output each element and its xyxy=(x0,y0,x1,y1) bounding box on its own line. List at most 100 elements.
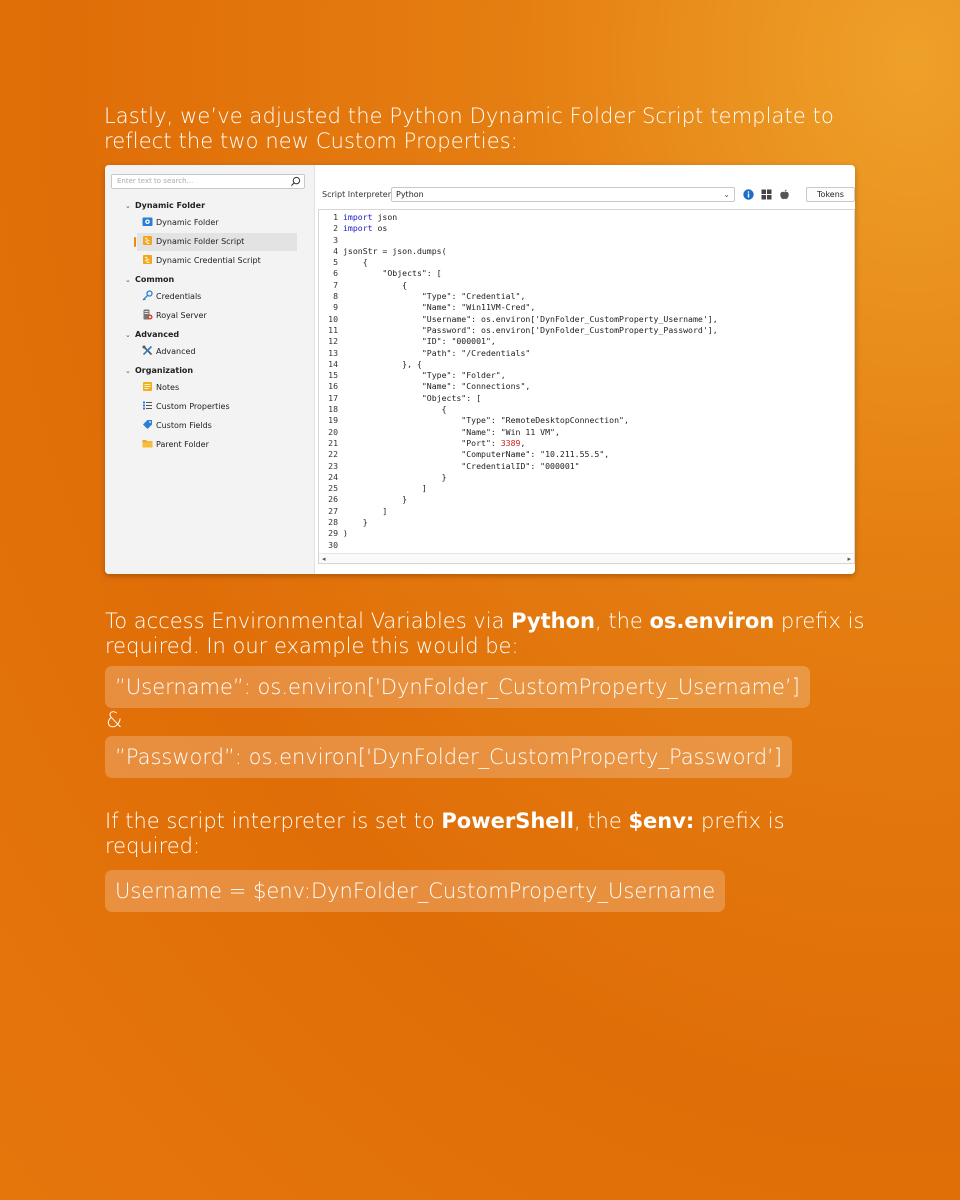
sidebar-item-custom-properties[interactable]: Custom Properties xyxy=(137,398,297,416)
code-text: "Name": "Win 11 VM", xyxy=(343,426,560,437)
line-number: 8 xyxy=(333,291,338,302)
group-dynamic-folder[interactable]: ⌄ Dynamic Folder xyxy=(125,200,205,212)
line-number: 18 xyxy=(328,404,338,415)
code-line[interactable]: 3 xyxy=(319,235,854,246)
tools-icon xyxy=(142,345,153,356)
line-number: 21 xyxy=(328,437,338,448)
code-line[interactable]: 12 "ID": "000001", xyxy=(319,336,854,347)
username-example: ”Username”: os.environ['DynFolder_Custom… xyxy=(105,666,810,708)
search-placeholder: Enter text to search... xyxy=(117,177,194,185)
code-line[interactable]: 23 "CredentialID": "000001" xyxy=(319,461,854,472)
ampersand: & xyxy=(106,708,123,732)
password-example: ”Password”: os.environ['DynFolder_Custom… xyxy=(105,736,792,778)
code-text: "Path": "/Credentials" xyxy=(343,347,531,358)
code-area[interactable]: 1 import json 2 import os 3 4 jsonStr = json.d… xyxy=(319,212,854,551)
code-text: { xyxy=(343,279,408,290)
code-line[interactable]: 14 }, { xyxy=(319,359,854,370)
code-line[interactable]: 19 "Type": "RemoteDesktopConnection", xyxy=(319,415,854,426)
key-icon xyxy=(142,290,153,301)
scroll-right-icon[interactable]: ▸ xyxy=(847,554,851,564)
code-line[interactable]: 7 { xyxy=(319,280,854,291)
code-line[interactable]: 5 { xyxy=(319,257,854,268)
line-number: 10 xyxy=(328,313,338,324)
code-line[interactable]: 21 "Port": 3389, xyxy=(319,438,854,449)
sidebar-item-advanced[interactable]: Advanced xyxy=(137,343,297,361)
code-line[interactable]: 13 "Path": "/Credentials" xyxy=(319,348,854,359)
info-icon[interactable] xyxy=(743,189,754,200)
code-line[interactable]: 11 "Password": os.environ['DynFolder_Cus… xyxy=(319,325,854,336)
code-line[interactable]: 16 "Name": "Connections", xyxy=(319,381,854,392)
line-number: 15 xyxy=(328,370,338,381)
line-number: 6 xyxy=(333,268,338,279)
sidebar-item-notes[interactable]: Notes xyxy=(137,379,297,397)
code-line[interactable]: 1 import json xyxy=(319,212,854,223)
script-interpreter-label: Script Interpreter xyxy=(322,190,391,199)
code-line[interactable]: 29) xyxy=(319,528,854,539)
code-line[interactable]: 24 } xyxy=(319,472,854,483)
horizontal-scrollbar[interactable]: ◂ ▸ xyxy=(319,553,854,563)
powershell-explanation: If the script interpreter is set to Powe… xyxy=(105,809,785,858)
script-icon xyxy=(143,236,152,245)
code-line[interactable]: 27 ] xyxy=(319,506,854,517)
code-text: ) xyxy=(343,528,348,539)
tokens-button[interactable]: Tokens xyxy=(806,187,855,202)
group-common[interactable]: ⌄ Common xyxy=(125,274,174,286)
code-text: "Name": "Connections", xyxy=(343,381,531,392)
code-text: ] xyxy=(343,505,388,516)
code-line[interactable]: 4 jsonStr = json.dumps( xyxy=(319,246,854,257)
code-editor[interactable]: 1 import json 2 import os 3 4 jsonStr = json.d… xyxy=(318,209,855,564)
line-number: 23 xyxy=(328,460,338,471)
sidebar-item-credentials[interactable]: Credentials xyxy=(137,288,297,306)
python-explanation: To access Environmental Variables via Py… xyxy=(105,609,865,658)
group-organization[interactable]: ⌄ Organization xyxy=(125,365,193,377)
windows-icon[interactable] xyxy=(761,189,772,200)
code-text: "Type": "Folder", xyxy=(343,370,506,381)
code-text: } xyxy=(343,471,447,482)
line-number: 20 xyxy=(328,426,338,437)
code-line[interactable]: 20 "Name": "Win 11 VM", xyxy=(319,427,854,438)
sidebar-item-dynamic-folder[interactable]: Dynamic Folder xyxy=(137,214,297,232)
code-line[interactable]: 2 import os xyxy=(319,223,854,234)
code-line[interactable]: 28 } xyxy=(319,517,854,528)
search-input[interactable]: Enter text to search... xyxy=(111,174,305,189)
code-line[interactable]: 18 { xyxy=(319,404,854,415)
script-icon xyxy=(143,255,152,264)
search-icon[interactable] xyxy=(290,176,301,187)
code-line[interactable]: 22 "ComputerName": "10.211.55.5", xyxy=(319,449,854,460)
code-line[interactable]: 10 "Username": os.environ['DynFolder_Cus… xyxy=(319,314,854,325)
line-number: 14 xyxy=(328,358,338,369)
code-line[interactable]: 9 "Name": "Win11VM-Cred", xyxy=(319,302,854,313)
line-number: 29 xyxy=(328,528,338,539)
chevron-down-icon: ⌄ xyxy=(125,367,131,375)
sidebar-item-parent-folder[interactable]: Parent Folder xyxy=(137,436,297,454)
line-number: 4 xyxy=(333,245,338,256)
code-line[interactable]: 26 } xyxy=(319,494,854,505)
code-line[interactable]: 17 "Objects": [ xyxy=(319,393,854,404)
code-text: ] xyxy=(343,483,427,494)
code-line[interactable]: 25 ] xyxy=(319,483,854,494)
apple-icon[interactable] xyxy=(779,189,790,200)
code-text: }, { xyxy=(343,358,422,369)
group-advanced[interactable]: ⌄ Advanced xyxy=(125,329,179,341)
code-line[interactable]: 6 "Objects": [ xyxy=(319,268,854,279)
code-line[interactable]: 30 xyxy=(319,540,854,551)
code-line[interactable]: 8 "Type": "Credential", xyxy=(319,291,854,302)
server-icon xyxy=(143,309,153,320)
line-number: 28 xyxy=(328,517,338,528)
sidebar-item-custom-fields[interactable]: Custom Fields xyxy=(137,417,297,435)
powershell-example: Username = $env:DynFolder_CustomProperty… xyxy=(105,870,726,912)
sidebar-item-royal-server[interactable]: Royal Server xyxy=(137,307,297,325)
scroll-left-icon[interactable]: ◂ xyxy=(322,554,326,564)
code-text: "CredentialID": "000001" xyxy=(343,460,580,471)
line-number: 27 xyxy=(328,505,338,516)
code-text: import os xyxy=(343,223,388,234)
code-line[interactable]: 15 "Type": "Folder", xyxy=(319,370,854,381)
line-number: 3 xyxy=(333,234,338,245)
chevron-down-icon: ⌄ xyxy=(125,202,131,210)
script-interpreter-select[interactable]: Python ⌄ xyxy=(391,187,735,202)
sidebar-item-dynamic-credential-script[interactable]: Dynamic Credential Script xyxy=(137,252,297,270)
code-text: "Name": "Win11VM-Cred", xyxy=(343,302,536,313)
list-icon xyxy=(143,401,152,410)
sidebar-item-dynamic-folder-script[interactable]: Dynamic Folder Script xyxy=(137,233,297,251)
chevron-down-icon: ⌄ xyxy=(723,190,730,199)
